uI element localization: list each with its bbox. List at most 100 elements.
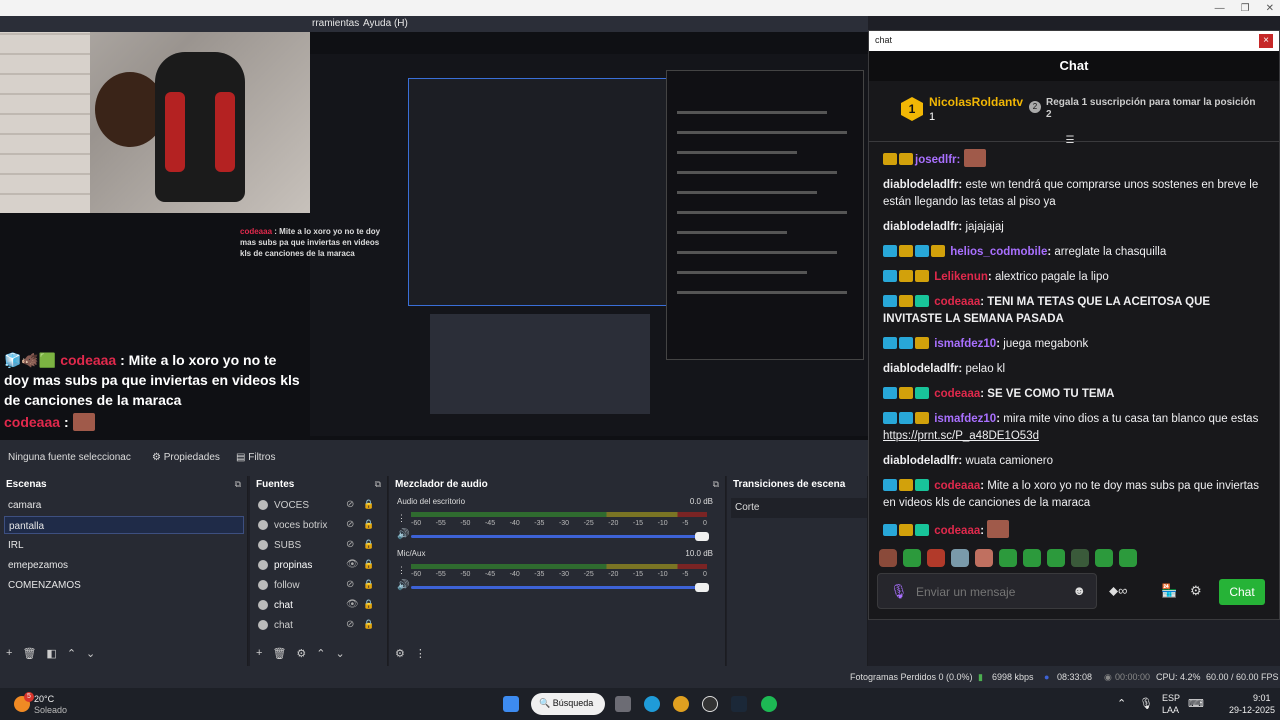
transitions-panel: Transiciones de escena Corte (727, 476, 868, 666)
add-source-button[interactable]: + (256, 647, 262, 660)
move-down-button[interactable]: ⌄ (86, 647, 95, 660)
chrome-icon[interactable] (673, 696, 689, 712)
lock-icon: 🔒 (363, 579, 375, 589)
clock-time[interactable]: 9:01 (1253, 693, 1271, 703)
leader-name[interactable]: NicolasRoldantv (929, 95, 1023, 109)
meter-scale: -60 -55 -50 -45 -40 -35 -30 -25 -20 -15 -10 -5 0 (411, 520, 707, 527)
volume-slider[interactable] (411, 583, 709, 592)
source-item[interactable]: chat 👁 🔒 (254, 598, 374, 616)
channel-menu-icon[interactable]: ⋮ (397, 565, 406, 576)
maximize-button[interactable]: ❐ (1241, 3, 1250, 14)
overlay-small-message: codeaaa : Mite a lo xoro yo no te doy ma… (240, 226, 390, 259)
lang-secondary[interactable]: LAA (1162, 705, 1179, 715)
emote[interactable] (951, 549, 969, 567)
task-view-icon[interactable] (615, 696, 631, 712)
lang-primary[interactable]: ESP (1162, 693, 1180, 703)
hidden-eye-icon: ⊘ (346, 579, 355, 590)
mixer-menu-button[interactable]: ⋮ (415, 647, 426, 660)
source-toolbar: Ninguna fuente seleccionac ⚙ Propiedades… (0, 440, 868, 476)
emote[interactable] (1119, 549, 1137, 567)
os-titlebar: — ❐ ✕ (0, 0, 1280, 16)
move-up-button[interactable]: ⌃ (67, 647, 76, 660)
spotify-icon[interactable] (761, 696, 777, 712)
close-button[interactable]: ✕ (1266, 3, 1274, 14)
speaker-icon[interactable]: 🔊 (397, 529, 409, 540)
collapse-icon[interactable]: ☰ (1063, 135, 1077, 147)
edge-icon[interactable] (644, 696, 660, 712)
hidden-eye-icon: ⊘ (346, 519, 355, 530)
bits-icon[interactable]: ⬥∞ (1109, 583, 1127, 599)
obs-preview[interactable]: codeaaa : Mite a lo xoro yo no te doy ma… (0, 32, 868, 440)
channel-db: 10.0 dB (685, 549, 713, 558)
advanced-audio-button[interactable]: ⚙ (395, 647, 405, 660)
gift-sub-prompt[interactable]: Regala 1 suscripción para tomar la posic… (1046, 97, 1256, 121)
tray-chevron-icon[interactable]: ⌃ (1117, 697, 1126, 710)
volume-slider[interactable] (411, 532, 709, 541)
move-up-button[interactable]: ⌃ (316, 647, 325, 660)
source-item[interactable]: follow ⊘ 🔒 (254, 578, 374, 596)
emote[interactable] (879, 549, 897, 567)
transition-select[interactable]: Corte (731, 498, 867, 518)
no-source-label: Ninguna fuente seleccionac (8, 452, 131, 463)
close-icon[interactable]: × (1259, 34, 1273, 48)
emote[interactable] (927, 549, 945, 567)
properties-button[interactable]: ⚙ Propiedades (152, 452, 220, 463)
emote-image (987, 520, 1010, 538)
emote[interactable] (1047, 549, 1065, 567)
emote[interactable] (975, 549, 993, 567)
add-scene-button[interactable]: + (6, 647, 12, 660)
emoji-picker-icon[interactable]: ☻ (1072, 583, 1086, 598)
scene-item[interactable]: emepezamos (4, 556, 244, 574)
move-down-button[interactable]: ⌄ (336, 647, 345, 660)
emote[interactable] (999, 549, 1017, 567)
emote[interactable] (1071, 549, 1089, 567)
scene-filters-button[interactable]: ◧ (46, 647, 56, 660)
popout-icon[interactable]: ⧉ (235, 479, 241, 490)
steam-icon[interactable] (731, 696, 747, 712)
network-icon[interactable]: ⌨ (1188, 697, 1204, 710)
minimize-button[interactable]: — (1215, 3, 1225, 14)
emote[interactable] (903, 549, 921, 567)
emote[interactable] (1095, 549, 1113, 567)
signal-icon: ▮ (978, 672, 983, 682)
filters-button[interactable]: ▤ Filtros (236, 452, 275, 463)
popout-icon[interactable]: ⧉ (375, 479, 381, 490)
gear-icon[interactable]: ⚙ (1190, 583, 1202, 599)
scene-item[interactable]: IRL (4, 536, 244, 554)
mic-tray-icon[interactable]: 🎙 (1139, 697, 1153, 710)
audio-mixer-panel: Mezclador de audio ⧉ Audio del escritori… (389, 476, 726, 666)
channel-menu-icon[interactable]: ⋮ (397, 513, 406, 524)
scene-item[interactable]: COMENZAMOS (4, 576, 244, 594)
popout-icon[interactable]: ⧉ (713, 479, 719, 490)
scene-item[interactable]: camara (4, 496, 244, 514)
chat-message: codeaaa: (883, 520, 1267, 540)
speaker-icon[interactable]: 🔊 (397, 580, 409, 591)
leaderboard: 1 NicolasRoldantv 1 2 Regala 1 suscripci… (869, 85, 1279, 135)
source-item[interactable]: VOCES ⊘ 🔒 (254, 498, 374, 516)
source-item[interactable]: chat ⊘ 🔒 (254, 618, 374, 636)
chat-link[interactable]: https://prnt.sc/P_a48DE1O53d (883, 430, 1039, 442)
chat-message: diablodeladlfr: wuata camionero (883, 455, 1054, 467)
mic-icon[interactable]: 🎙 (890, 583, 908, 600)
chat-send-button[interactable]: Chat (1219, 579, 1265, 605)
remove-scene-button[interactable]: 🗑 (22, 647, 36, 660)
emote[interactable] (1023, 549, 1041, 567)
overlay-chat-message: 🧊🐗🟩 codeaaa : Mite a lo xoro yo no te do… (4, 350, 304, 432)
taskbar-search[interactable]: 🔍 Búsqueda (531, 693, 605, 715)
menu-herramientas[interactable]: rramientas (312, 18, 359, 29)
chat-message-input[interactable] (916, 582, 1066, 602)
menu-ayuda[interactable]: Ayuda (H) (363, 18, 408, 29)
windows-start-icon[interactable] (503, 696, 519, 712)
store-icon[interactable]: 🏪 (1161, 583, 1177, 599)
remove-source-button[interactable]: 🗑 (272, 647, 286, 660)
menu-bar: rramientas Ayuda (H) (0, 16, 868, 32)
clock-date[interactable]: 29-12-2025 (1229, 705, 1275, 715)
source-settings-button[interactable]: ⚙ (296, 647, 306, 660)
scene-item-selected[interactable]: pantalla (4, 516, 244, 534)
source-item[interactable]: voces botrix ⊘ 🔒 (254, 518, 374, 536)
obs-icon[interactable] (702, 696, 718, 712)
source-item[interactable]: propinas 👁 🔒 (254, 558, 374, 576)
chat-window-title: chat (875, 35, 893, 45)
source-item[interactable]: SUBS ⊘ 🔒 (254, 538, 374, 556)
mixer-toolbar: ⚙ ⋮ (395, 647, 426, 660)
